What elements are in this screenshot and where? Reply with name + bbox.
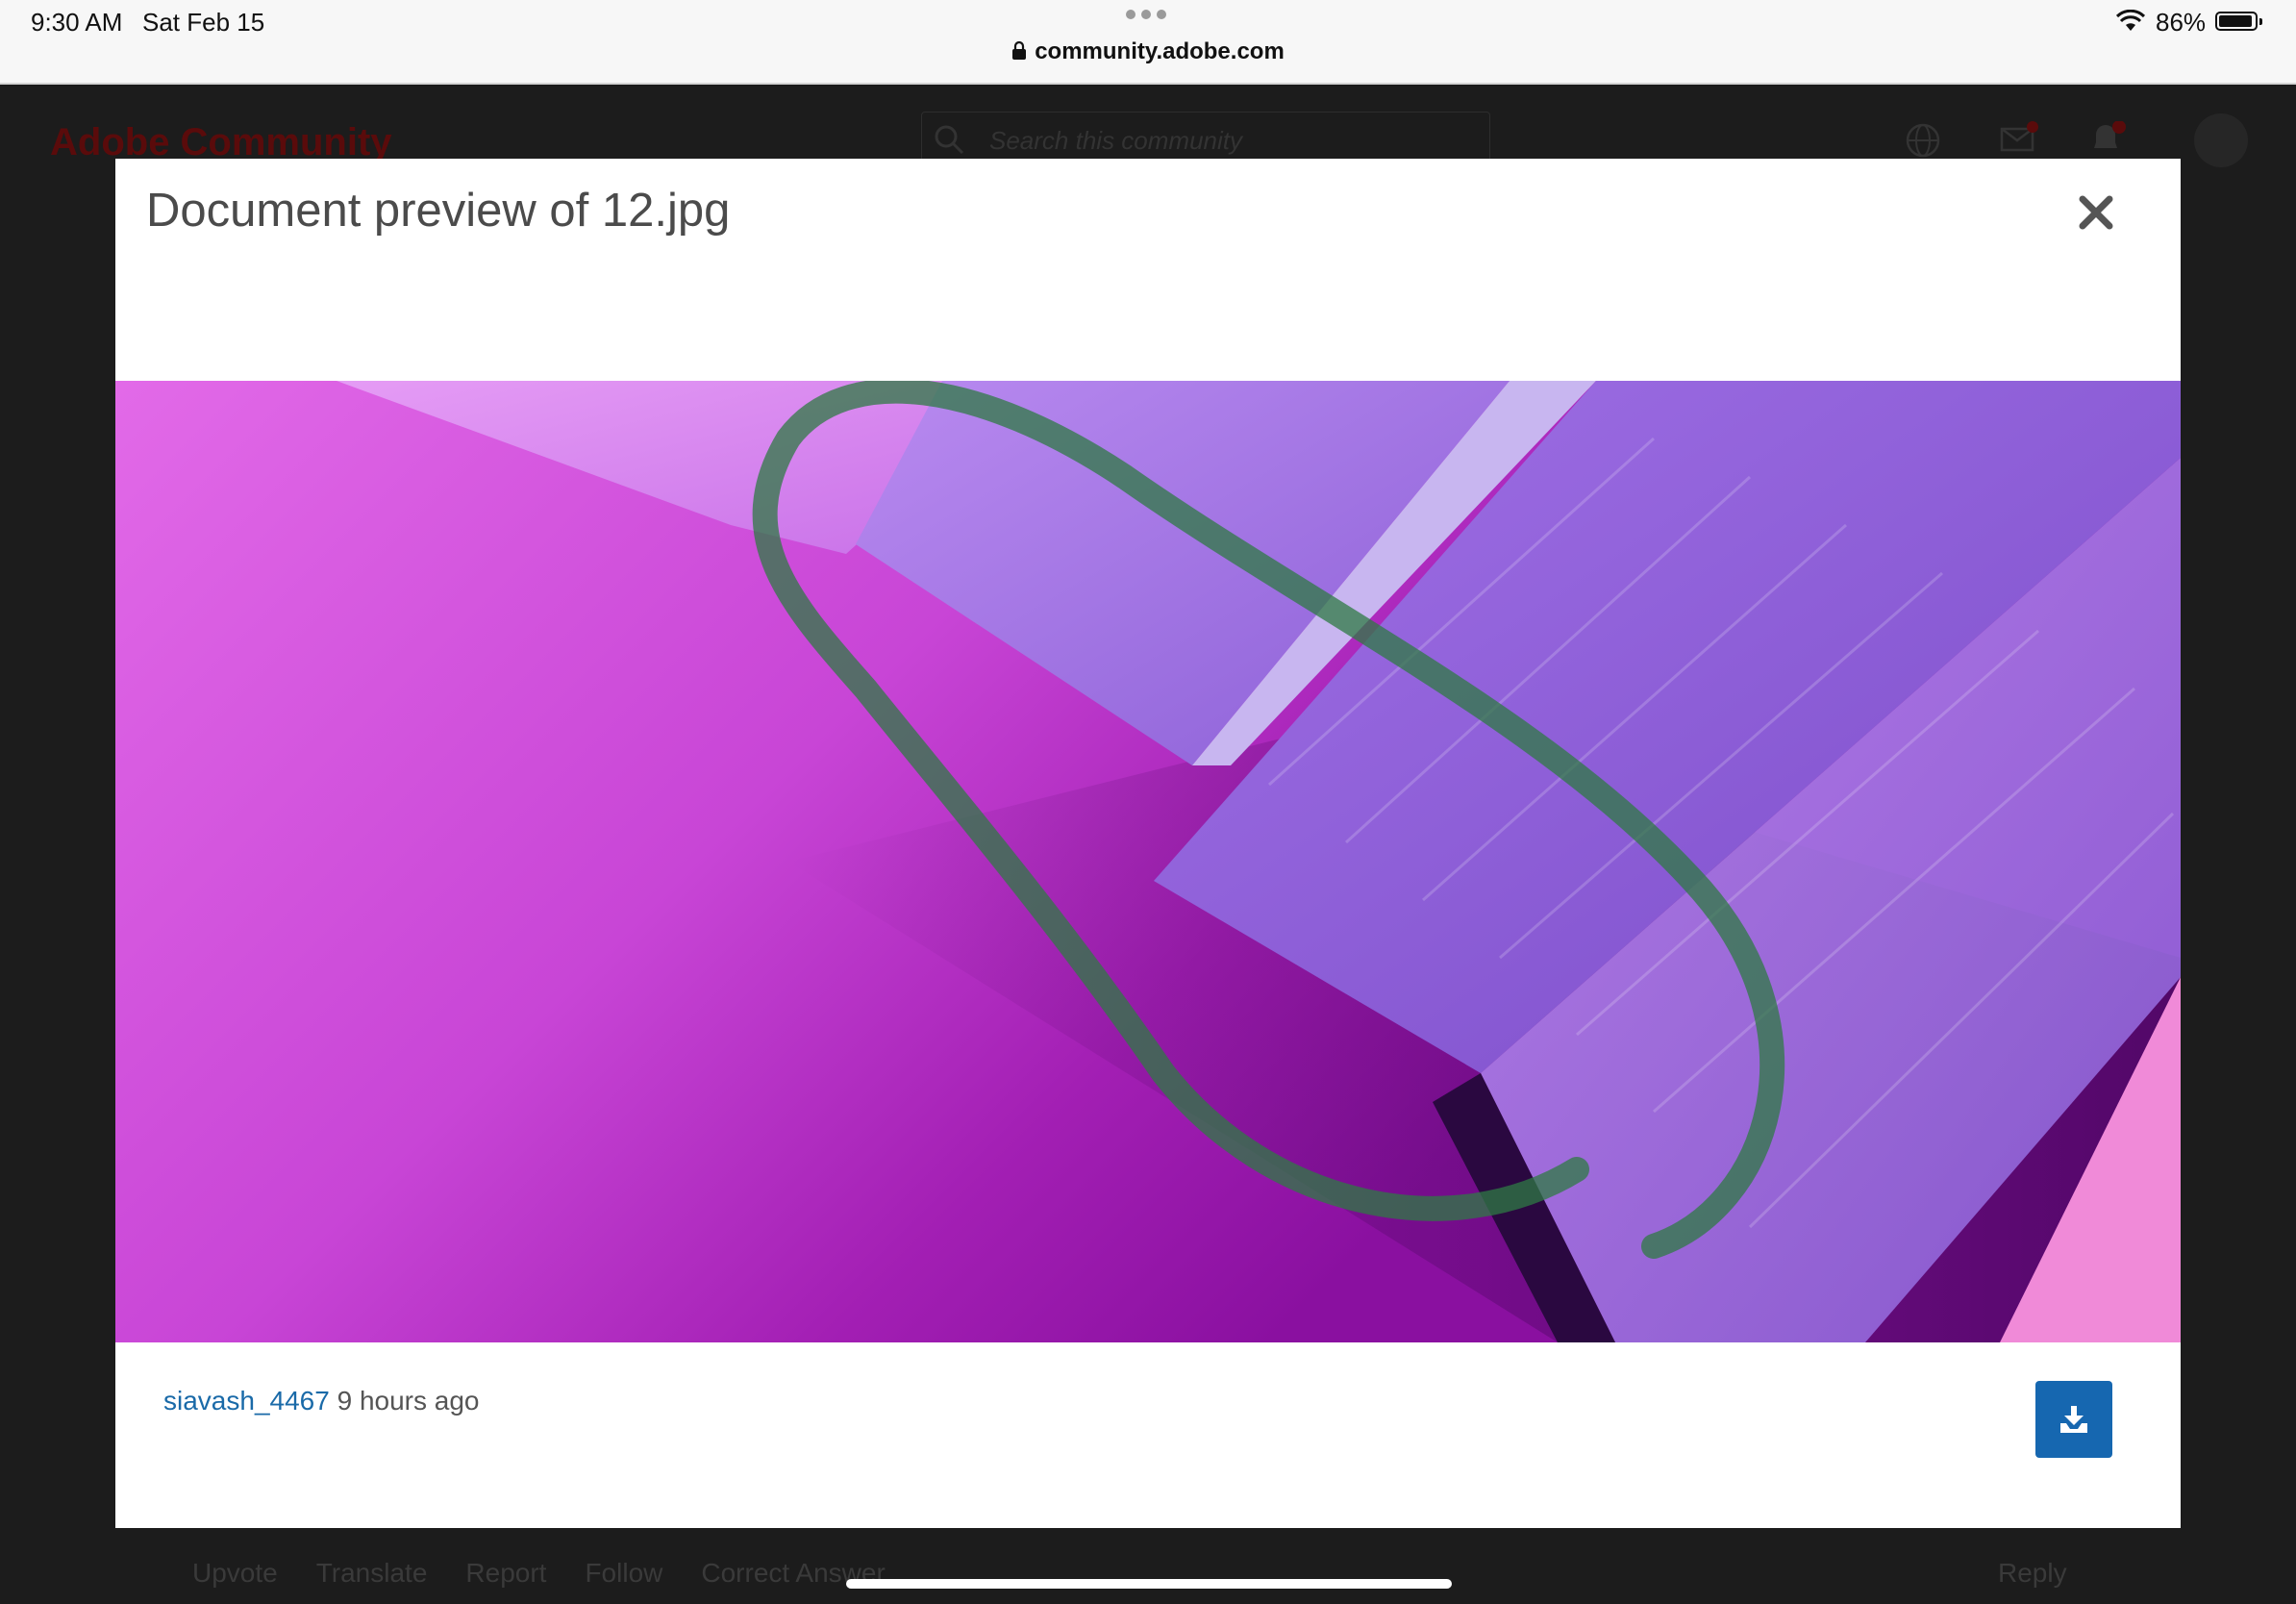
- search-icon: [935, 125, 964, 155]
- home-indicator[interactable]: [846, 1579, 1452, 1589]
- modal-title: Document preview of 12.jpg: [146, 185, 731, 237]
- multitasking-dots-icon[interactable]: [1126, 10, 1166, 19]
- author-link[interactable]: siavash_4467: [163, 1386, 330, 1416]
- close-button[interactable]: [2077, 193, 2115, 232]
- post-meta: siavash_4467 9 hours ago: [163, 1386, 479, 1416]
- reply-action: Reply: [1998, 1558, 2067, 1588]
- globe-icon: [1906, 123, 1940, 158]
- status-time: 9:30 AM: [31, 8, 123, 37]
- messages-icon: [2000, 121, 2038, 152]
- follow-action: Follow: [585, 1558, 663, 1588]
- battery-icon: [2215, 12, 2262, 31]
- notifications-icon: [2094, 121, 2126, 148]
- address-bar[interactable]: community.adobe.com: [0, 38, 2296, 65]
- timestamp: 9 hours ago: [337, 1386, 480, 1416]
- upvote-action: Upvote: [192, 1558, 278, 1588]
- wifi-icon: [2115, 10, 2146, 31]
- translate-action: Translate: [315, 1558, 428, 1588]
- avatar: [2194, 113, 2248, 167]
- search-placeholder: Search this community: [989, 126, 1242, 155]
- search-input: Search this community: [921, 112, 1490, 165]
- url-text: community.adobe.com: [1035, 38, 1285, 64]
- battery-percent: 86%: [2156, 8, 2207, 37]
- status-date: Sat Feb 15: [142, 8, 265, 37]
- status-bar: 9:30 AM Sat Feb 15 community.adobe.com 8…: [0, 0, 2296, 85]
- post-actions: Upvote Translate Report Follow Correct A…: [192, 1558, 886, 1589]
- preview-image: [115, 381, 2181, 1342]
- report-action: Report: [465, 1558, 547, 1588]
- download-button[interactable]: [2035, 1381, 2112, 1458]
- lock-icon: [1012, 41, 1027, 60]
- download-icon: [2060, 1406, 2087, 1433]
- close-icon: [2079, 195, 2113, 230]
- document-preview-modal: Document preview of 12.jpg siavash_4467 …: [115, 159, 2181, 1528]
